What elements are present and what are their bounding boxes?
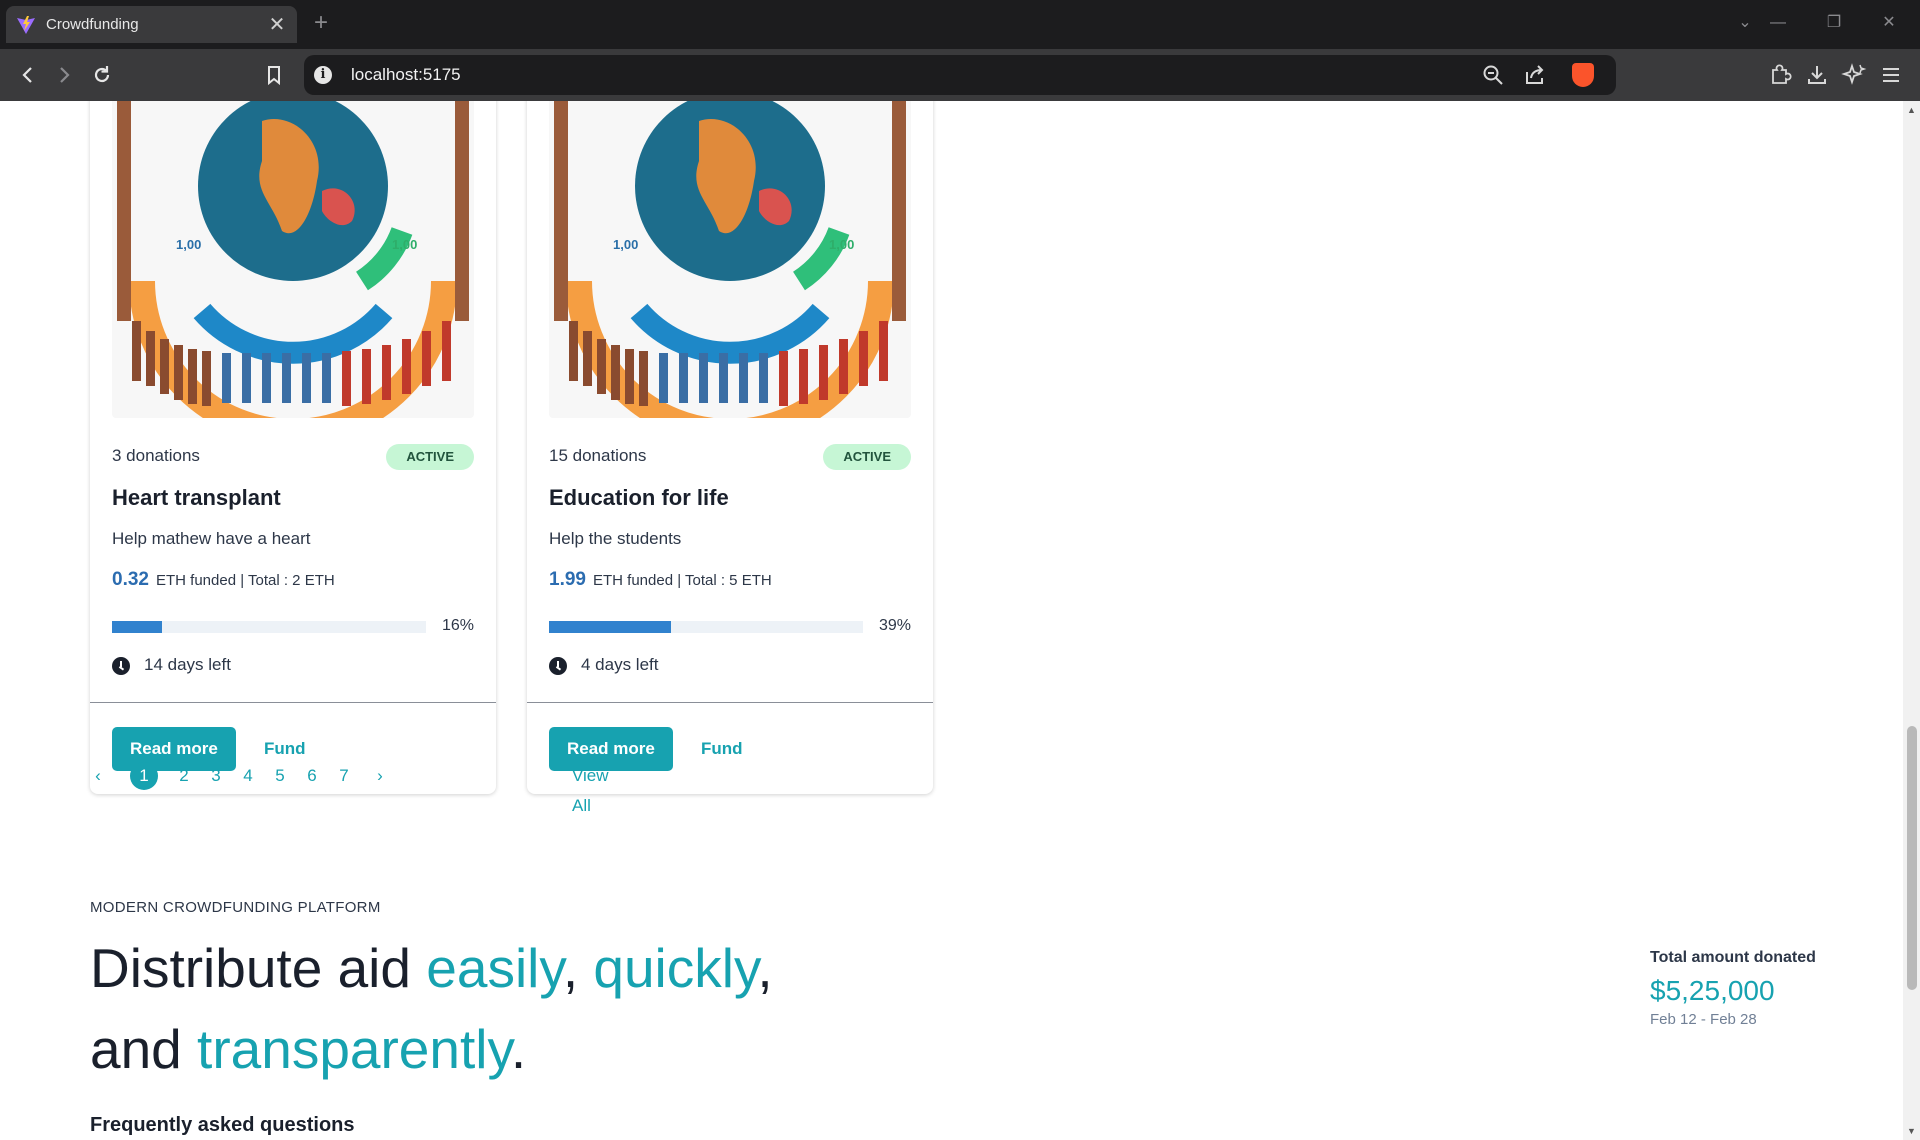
clock-icon bbox=[549, 657, 567, 675]
page-button-1[interactable]: 1 bbox=[130, 762, 158, 790]
tab-title: Crowdfunding bbox=[46, 16, 139, 33]
scrollbar-thumb[interactable] bbox=[1907, 726, 1917, 990]
address-bar[interactable]: i localhost:5175 bbox=[304, 55, 1616, 95]
scroll-up-arrow-icon[interactable]: ▲ bbox=[1903, 105, 1920, 115]
hero-text: Distribute aid bbox=[90, 937, 427, 999]
funded-amount: 1.99 bbox=[549, 569, 586, 590]
funding-progress-fill bbox=[549, 621, 672, 633]
downloads-icon[interactable] bbox=[1804, 62, 1830, 88]
bookmark-icon[interactable] bbox=[260, 62, 288, 88]
hero-text: and bbox=[90, 1018, 198, 1080]
campaign-card: 1,00 1,00 15 donations ACTIVE Education … bbox=[527, 101, 933, 794]
stats-value: $5,25,000 bbox=[1650, 975, 1775, 1006]
page-button-3[interactable]: 3 bbox=[208, 761, 224, 791]
browser-tabstrip: Crowdfunding ✕ + ⌄ — ❐ ✕ bbox=[0, 0, 1920, 49]
tab-list-icon[interactable]: ⌄ bbox=[1733, 13, 1757, 33]
page-button-2[interactable]: 2 bbox=[176, 761, 192, 791]
hero-accent-easily: easily bbox=[426, 937, 563, 999]
funding-progress-bar bbox=[112, 621, 426, 633]
main-menu-icon[interactable] bbox=[1878, 62, 1904, 88]
funding-percent: 39% bbox=[878, 617, 911, 634]
brave-shield-icon[interactable] bbox=[1572, 63, 1594, 87]
share-icon[interactable] bbox=[1524, 64, 1546, 86]
faq-heading: Frequently asked questions bbox=[90, 1114, 355, 1136]
pagination-prev-button[interactable]: ‹ bbox=[90, 761, 106, 791]
hero-accent-transparently: transparently bbox=[197, 1018, 511, 1080]
reload-icon[interactable] bbox=[88, 62, 116, 88]
zoom-out-icon[interactable] bbox=[1482, 64, 1504, 86]
card-divider bbox=[90, 702, 496, 703]
page-button-4[interactable]: 4 bbox=[240, 761, 256, 791]
clock-icon bbox=[112, 657, 130, 675]
extensions-puzzle-icon[interactable] bbox=[1767, 62, 1793, 88]
forward-icon[interactable] bbox=[50, 62, 78, 88]
funded-text: ETH funded | Total : 5 ETH bbox=[592, 572, 772, 589]
funded-text: ETH funded | Total : 2 ETH bbox=[155, 572, 335, 589]
hero-text: . bbox=[510, 1018, 527, 1080]
campaign-title: Heart transplant bbox=[112, 485, 281, 510]
new-tab-button[interactable]: + bbox=[314, 11, 328, 35]
donations-count: 3 donations bbox=[112, 446, 200, 465]
back-icon[interactable] bbox=[14, 62, 42, 88]
page-button-6[interactable]: 6 bbox=[304, 761, 320, 791]
campaign-title: Education for life bbox=[549, 485, 729, 510]
browser-tab[interactable]: Crowdfunding ✕ bbox=[6, 6, 297, 43]
vite-favicon-icon bbox=[17, 15, 35, 34]
donations-count: 15 donations bbox=[549, 446, 647, 465]
funding-percent: 16% bbox=[441, 617, 474, 634]
campaign-card: 1,00 1,00 3 donations ACTIVE Heart trans… bbox=[90, 101, 496, 794]
funding-summary: 0.32 ETH funded | Total : 2 ETH bbox=[112, 569, 335, 591]
fund-button[interactable]: Fund bbox=[701, 727, 743, 771]
status-badge: ACTIVE bbox=[823, 444, 911, 470]
campaign-description: Help the students bbox=[549, 529, 682, 548]
minimize-window-button[interactable]: — bbox=[1766, 13, 1790, 33]
view-all-link[interactable]: View All bbox=[572, 761, 609, 815]
days-left: 14 days left bbox=[144, 655, 231, 674]
card-divider bbox=[527, 702, 933, 703]
status-badge: ACTIVE bbox=[386, 444, 474, 470]
restore-window-button[interactable]: ❐ bbox=[1822, 13, 1846, 33]
tab-close-icon[interactable]: ✕ bbox=[267, 15, 287, 35]
hero-text: , bbox=[757, 937, 773, 999]
days-left: 4 days left bbox=[581, 655, 659, 674]
leo-sparkle-icon[interactable] bbox=[1841, 62, 1867, 88]
hero-accent-quickly: quickly bbox=[593, 937, 758, 999]
close-window-button[interactable]: ✕ bbox=[1877, 13, 1901, 33]
page-viewport: 1,00 1,00 3 donations ACTIVE Heart trans… bbox=[0, 101, 1903, 1140]
funding-progress-bar bbox=[549, 621, 863, 633]
stats-label: Total amount donated bbox=[1650, 949, 1816, 966]
read-more-button[interactable]: Read more bbox=[549, 727, 673, 771]
campaign-description: Help mathew have a heart bbox=[112, 529, 311, 548]
site-info-icon[interactable]: i bbox=[314, 66, 332, 84]
scroll-down-arrow-icon[interactable]: ▼ bbox=[1903, 1126, 1920, 1136]
funding-summary: 1.99 ETH funded | Total : 5 ETH bbox=[549, 569, 772, 591]
page-button-5[interactable]: 5 bbox=[272, 761, 288, 791]
hero-text: , bbox=[562, 937, 594, 999]
funded-amount: 0.32 bbox=[112, 569, 149, 590]
hero-eyebrow: MODERN CROWDFUNDING PLATFORM bbox=[90, 899, 381, 916]
funding-progress-fill bbox=[112, 621, 163, 633]
browser-toolbar: i localhost:5175 bbox=[0, 49, 1920, 101]
donation-stats: Total amount donated $5,25,000 Feb 12 - … bbox=[1650, 949, 1816, 1028]
pagination-next-button[interactable]: › bbox=[372, 761, 388, 791]
page-scrollbar[interactable]: ▲ ▼ bbox=[1903, 101, 1920, 1140]
hero-heading: Distribute aid easily, quickly, and tran… bbox=[90, 928, 990, 1090]
stats-date-range: Feb 12 - Feb 28 bbox=[1650, 1011, 1757, 1028]
address-bar-url[interactable]: localhost:5175 bbox=[351, 65, 461, 85]
page-button-7[interactable]: 7 bbox=[336, 761, 352, 791]
